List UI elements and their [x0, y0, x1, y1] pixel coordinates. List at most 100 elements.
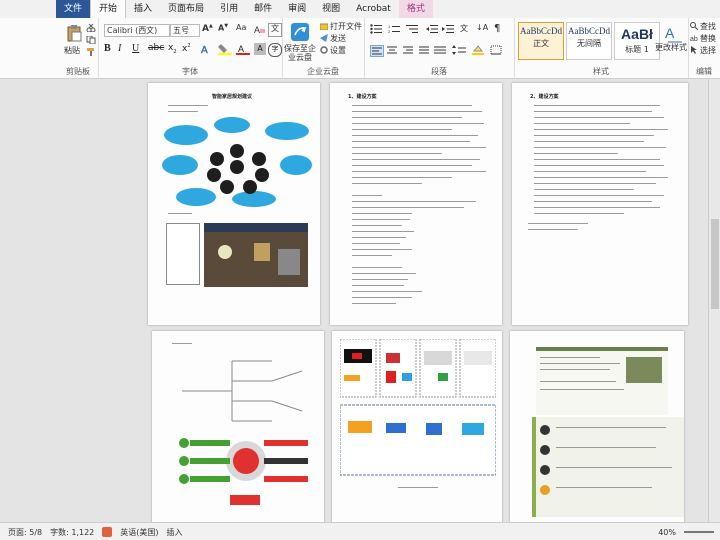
tab-review[interactable]: 审阅 [280, 0, 314, 18]
paste-button[interactable]: 粘贴 [60, 45, 84, 55]
text-effect-icon[interactable]: A [200, 43, 214, 56]
zoom-slider[interactable] [684, 531, 714, 533]
italic-icon[interactable]: I [118, 43, 128, 55]
editing-group-label: 编辑 [696, 67, 712, 76]
highlight-icon[interactable] [218, 43, 232, 55]
tab-layout[interactable]: 页面布局 [160, 0, 212, 18]
page-5[interactable] [332, 331, 502, 527]
char-shading-icon[interactable]: A [254, 43, 266, 55]
format-painter-icon[interactable] [86, 48, 96, 56]
distribute-icon[interactable] [434, 45, 446, 55]
strikethrough-icon[interactable]: abc [148, 43, 164, 55]
settings-icon[interactable] [320, 46, 328, 54]
justify-icon[interactable] [418, 45, 430, 55]
copy-icon[interactable] [86, 35, 96, 45]
multilevel-list-icon[interactable] [406, 24, 418, 34]
text-line [352, 207, 464, 208]
language-indicator[interactable]: 英语(美国) [120, 527, 158, 538]
sort-icon[interactable]: ↓A [476, 23, 488, 35]
align-center-icon[interactable] [386, 45, 398, 55]
increase-indent-icon[interactable] [442, 24, 454, 34]
tab-mailings[interactable]: 邮件 [246, 0, 280, 18]
insert-mode[interactable]: 插入 [167, 527, 183, 538]
decrease-indent-icon[interactable] [426, 24, 438, 34]
open-file-button[interactable]: 打开文件 [330, 21, 362, 32]
tab-insert[interactable]: 插入 [126, 0, 160, 18]
phonetic-guide-icon[interactable]: 文 [268, 23, 282, 37]
send-button[interactable]: 发送 [330, 33, 346, 44]
shading-icon[interactable] [472, 45, 484, 55]
page-6[interactable] [510, 331, 684, 527]
style-no-spacing[interactable]: AaBbCcDd 无间隔 [566, 22, 612, 60]
svg-text:A: A [254, 25, 260, 35]
status-bar: 页面: 5/8 字数: 1,122 英语(美国) 插入 40% [0, 522, 720, 540]
cloud-save-icon[interactable] [290, 22, 310, 42]
numbering-icon[interactable]: 12 [388, 24, 400, 34]
document-area[interactable]: 智能家居规划建议 1、建设方案 2、建设方案 [0, 79, 720, 527]
word-count[interactable]: 字数: 1,122 [50, 527, 94, 538]
smart-home-diagram [162, 117, 312, 207]
bold-icon[interactable]: B [104, 43, 114, 55]
change-case-icon[interactable]: Aa [236, 23, 248, 35]
select-button[interactable]: 选择 [700, 45, 716, 56]
subscript-icon[interactable]: x2 [168, 43, 180, 55]
select-icon[interactable] [690, 46, 698, 54]
zoom-level[interactable]: 40% [658, 528, 676, 537]
proofing-icon[interactable] [102, 527, 113, 537]
superscript-icon[interactable]: x2 [182, 43, 194, 55]
page-count[interactable]: 页面: 5/8 [8, 527, 42, 538]
text-line [398, 487, 438, 488]
page-1[interactable]: 智能家居规划建议 [148, 83, 320, 325]
settings-button[interactable]: 设置 [330, 45, 346, 56]
replace-button[interactable]: 替换 [700, 33, 716, 44]
style-heading-1[interactable]: AaBł 标题 1 [614, 22, 660, 60]
send-icon[interactable] [320, 34, 328, 42]
bullets-icon[interactable] [370, 24, 382, 34]
style-normal-sample: AaBbCcDd [520, 26, 562, 36]
tab-references[interactable]: 引用 [212, 0, 246, 18]
scrollbar-thumb[interactable] [711, 219, 719, 309]
text-line [534, 159, 660, 160]
chinese-layout-icon[interactable]: 文 [460, 23, 472, 35]
text-line [352, 279, 408, 280]
align-left-icon[interactable] [370, 45, 384, 57]
enclose-char-icon[interactable]: 字 [268, 43, 282, 57]
align-right-icon[interactable] [402, 45, 414, 55]
paragraph-group: 12 文 ↓A ¶ 段落 [364, 18, 515, 78]
borders-icon[interactable] [490, 45, 502, 55]
vertical-scrollbar[interactable] [708, 79, 720, 522]
page-4[interactable] [152, 331, 324, 527]
page-4-infographic [179, 438, 308, 505]
page-3[interactable]: 2、建设方案 [512, 83, 688, 325]
font-name-select[interactable]: Calibri (西文) [104, 24, 170, 37]
style-no-spacing-sample: AaBbCcDd [568, 26, 610, 36]
paste-icon[interactable] [66, 24, 82, 42]
replace-icon[interactable]: ab [690, 34, 698, 43]
shrink-font-icon[interactable]: A▼ [218, 23, 230, 35]
cut-icon[interactable] [86, 23, 96, 33]
grow-font-icon[interactable]: A▲ [202, 23, 214, 35]
page-1-photo [204, 223, 308, 287]
font-color-icon[interactable]: A [236, 43, 250, 55]
font-size-select[interactable]: 五号 [170, 24, 200, 37]
clear-format-icon[interactable]: A [254, 23, 266, 35]
open-file-icon[interactable] [319, 22, 329, 31]
show-marks-icon[interactable]: ¶ [494, 23, 506, 35]
underline-icon[interactable]: U [132, 43, 142, 55]
word-window: 文件 开始 插入 页面布局 引用 邮件 审阅 视图 Acrobat 格式 粘贴 … [0, 0, 720, 540]
style-normal[interactable]: AaBbCcDd 正文 [518, 22, 564, 60]
text-line [534, 147, 666, 148]
text-line [168, 111, 198, 112]
tab-file[interactable]: 文件 [56, 0, 91, 18]
save-to-cloud-button[interactable]: 保存至企业云盘 [282, 43, 318, 63]
tab-acrobat[interactable]: Acrobat [348, 0, 399, 18]
tab-home[interactable]: 开始 [90, 0, 127, 18]
tab-format[interactable]: 格式 [398, 0, 433, 18]
change-styles-button[interactable]: 更改样式 [654, 42, 688, 52]
find-button[interactable]: 查找 [700, 21, 716, 32]
tab-view[interactable]: 视图 [314, 0, 348, 18]
find-icon[interactable] [690, 22, 699, 31]
line-spacing-icon[interactable] [452, 45, 466, 55]
page-2[interactable]: 1、建设方案 [330, 83, 502, 325]
text-line [352, 123, 484, 124]
